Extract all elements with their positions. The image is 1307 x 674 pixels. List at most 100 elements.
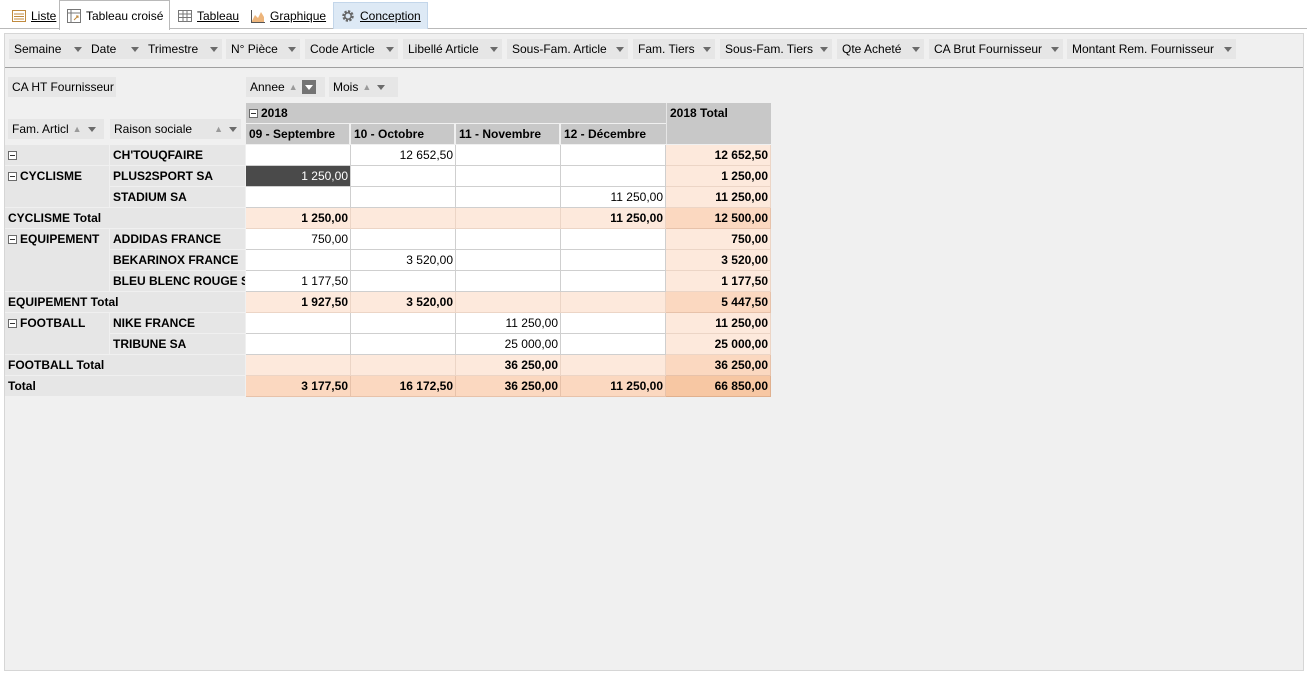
data-cell[interactable] <box>561 271 666 292</box>
filter-field-montant-rem-fournisseur[interactable]: Montant Rem. Fournisseur <box>1067 39 1236 59</box>
group-label[interactable]: FOOTBALL <box>5 313 109 354</box>
subtotal-cell[interactable] <box>351 208 456 229</box>
column-field-mois[interactable]: Mois ▲ <box>329 77 398 97</box>
subtotal-total-cell[interactable]: 36 250,00 <box>666 355 771 376</box>
data-cell[interactable] <box>561 250 666 271</box>
subtotal-cell[interactable]: 1 927,50 <box>246 292 351 313</box>
supplier-label[interactable]: STADIUM SA <box>110 187 245 207</box>
grand-total-cell[interactable]: 16 172,50 <box>351 376 456 397</box>
tab-liste[interactable]: Liste <box>4 2 63 29</box>
row-total-cell[interactable]: 1 177,50 <box>666 271 771 292</box>
data-cell[interactable]: 11 250,00 <box>456 313 561 334</box>
subtotal-cell[interactable] <box>561 355 666 376</box>
filter-field-fam-tiers[interactable]: Fam. Tiers <box>633 39 715 59</box>
subtotal-total-cell[interactable]: 12 500,00 <box>666 208 771 229</box>
data-cell[interactable] <box>456 229 561 250</box>
filter-field-libelle-article[interactable]: Libellé Article <box>403 39 502 59</box>
row-total-cell[interactable]: 11 250,00 <box>666 313 771 334</box>
row-field-raison-sociale[interactable]: Raison sociale ▲ <box>110 119 241 139</box>
data-cell[interactable] <box>456 250 561 271</box>
data-cell[interactable] <box>351 229 456 250</box>
tab-tableau[interactable]: Tableau <box>170 2 246 29</box>
row-total-cell[interactable]: 750,00 <box>666 229 771 250</box>
group-label[interactable]: EQUIPEMENT <box>5 229 109 291</box>
subtotal-cell[interactable] <box>351 355 456 376</box>
column-field-annee[interactable]: Annee ▲ <box>246 77 325 97</box>
data-cell[interactable] <box>456 166 561 187</box>
collapse-icon[interactable] <box>8 151 17 160</box>
data-cell[interactable] <box>456 271 561 292</box>
tab-conception[interactable]: Conception <box>333 2 428 29</box>
collapse-icon[interactable] <box>249 109 258 118</box>
data-cell[interactable] <box>351 187 456 208</box>
data-cell-selected[interactable]: 1 250,00 <box>246 166 351 187</box>
month-header[interactable]: 10 - Octobre <box>351 124 455 144</box>
data-cell[interactable] <box>561 313 666 334</box>
data-cell[interactable]: 3 520,00 <box>351 250 456 271</box>
month-header[interactable]: 12 - Décembre <box>561 124 666 144</box>
data-cell[interactable]: 11 250,00 <box>561 187 666 208</box>
grand-total-cell[interactable]: 36 250,00 <box>456 376 561 397</box>
grand-total-overall-cell[interactable]: 66 850,00 <box>666 376 771 397</box>
supplier-label[interactable]: NIKE FRANCE <box>110 313 245 333</box>
data-cell[interactable] <box>456 187 561 208</box>
filter-dropdown-button[interactable] <box>301 80 316 94</box>
data-cell[interactable] <box>246 250 351 271</box>
filter-field-qte-achete[interactable]: Qte Acheté <box>837 39 924 59</box>
data-cell[interactable]: 750,00 <box>246 229 351 250</box>
filter-field-no-piece[interactable]: N° Pièce <box>226 39 300 59</box>
subtotal-cell[interactable] <box>246 355 351 376</box>
subtotal-cell[interactable] <box>456 292 561 313</box>
subtotal-cell[interactable] <box>561 292 666 313</box>
collapse-icon[interactable] <box>8 235 17 244</box>
data-cell[interactable] <box>561 145 666 166</box>
row-total-cell[interactable]: 1 250,00 <box>666 166 771 187</box>
data-cell[interactable] <box>246 334 351 355</box>
data-field-ca-ht-fournisseur[interactable]: CA HT Fournisseur <box>8 77 116 97</box>
row-total-cell[interactable]: 12 652,50 <box>666 145 771 166</box>
supplier-label[interactable]: PLUS2SPORT SA <box>110 166 245 186</box>
month-header[interactable]: 11 - Novembre <box>456 124 560 144</box>
row-field-fam-article[interactable]: Fam. Articl ▲ <box>8 119 104 139</box>
subtotal-cell[interactable]: 36 250,00 <box>456 355 561 376</box>
data-cell[interactable]: 25 000,00 <box>456 334 561 355</box>
data-cell[interactable] <box>246 313 351 334</box>
data-cell[interactable] <box>561 334 666 355</box>
subtotal-cell[interactable]: 11 250,00 <box>561 208 666 229</box>
data-cell[interactable]: 1 177,50 <box>246 271 351 292</box>
grand-total-cell[interactable]: 11 250,00 <box>561 376 666 397</box>
year-header[interactable]: 2018 <box>246 103 666 123</box>
group-label[interactable]: CYCLISME <box>5 166 109 207</box>
tab-tableau-croise[interactable]: Tableau croisé <box>59 0 171 30</box>
group-label[interactable] <box>5 145 109 165</box>
month-header[interactable]: 09 - Septembre <box>246 124 350 144</box>
data-cell[interactable] <box>351 334 456 355</box>
collapse-icon[interactable] <box>8 172 17 181</box>
filter-field-sous-fam-tiers[interactable]: Sous-Fam. Tiers <box>720 39 832 59</box>
row-total-cell[interactable]: 25 000,00 <box>666 334 771 355</box>
subtotal-cell[interactable]: 3 520,00 <box>351 292 456 313</box>
data-cell[interactable] <box>351 271 456 292</box>
data-cell[interactable] <box>246 145 351 166</box>
data-cell[interactable] <box>561 229 666 250</box>
supplier-label[interactable]: BEKARINOX FRANCE <box>110 250 245 270</box>
supplier-label[interactable]: ADDIDAS FRANCE <box>110 229 245 249</box>
data-cell[interactable] <box>351 313 456 334</box>
subtotal-cell[interactable]: 1 250,00 <box>246 208 351 229</box>
subtotal-total-cell[interactable]: 5 447,50 <box>666 292 771 313</box>
filter-field-trimestre[interactable]: Trimestre <box>143 39 222 59</box>
data-cell[interactable] <box>246 187 351 208</box>
row-total-cell[interactable]: 3 520,00 <box>666 250 771 271</box>
data-cell[interactable] <box>561 166 666 187</box>
collapse-icon[interactable] <box>8 319 17 328</box>
filter-field-ca-brut-fournisseur[interactable]: CA Brut Fournisseur <box>929 39 1063 59</box>
filter-field-code-article[interactable]: Code Article <box>305 39 398 59</box>
grand-total-cell[interactable]: 3 177,50 <box>246 376 351 397</box>
data-cell[interactable] <box>351 166 456 187</box>
data-cell[interactable] <box>456 145 561 166</box>
tab-graphique[interactable]: Graphique <box>243 2 333 29</box>
filter-field-date[interactable]: Date <box>86 39 143 59</box>
row-total-cell[interactable]: 11 250,00 <box>666 187 771 208</box>
supplier-label[interactable]: CH'TOUQFAIRE <box>110 145 245 165</box>
subtotal-cell[interactable] <box>456 208 561 229</box>
